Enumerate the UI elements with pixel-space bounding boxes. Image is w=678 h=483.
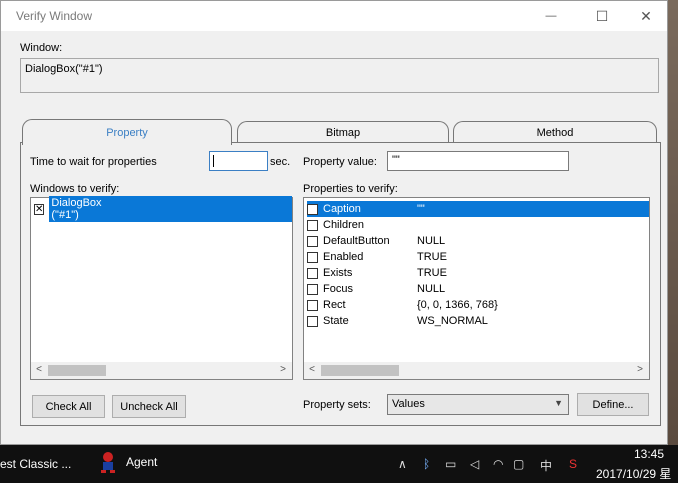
scroll-thumb[interactable] — [321, 365, 399, 376]
verify-window: Verify Window — ☐ ✕ Window: DialogBox("#… — [0, 0, 668, 445]
chevron-down-icon: ▼ — [554, 398, 563, 408]
table-row[interactable]: Exists TRUE — [307, 265, 649, 281]
checkbox[interactable]: ✕ — [34, 203, 45, 215]
window-name-field: DialogBox("#1") — [20, 58, 659, 93]
taskbar-app-agent-label: Agent — [126, 455, 158, 469]
title-bar: Verify Window — ☐ ✕ — [1, 1, 667, 31]
checkbox[interactable] — [307, 283, 318, 295]
windows-to-verify-label: Windows to verify: — [30, 183, 120, 195]
property-tab-panel: Time to wait for properties sec. Propert… — [20, 142, 661, 426]
clock-time[interactable]: 13:45 — [634, 447, 664, 461]
maximize-icon: ☐ — [595, 7, 609, 24]
windows-hscrollbar[interactable]: < > — [31, 362, 292, 379]
minimize-button[interactable]: — — [528, 1, 574, 31]
checkbox[interactable] — [307, 219, 318, 231]
time-unit-label: sec. — [270, 156, 291, 168]
table-row[interactable]: DefaultButton NULL — [307, 233, 649, 249]
property-value: WS_NORMAL — [417, 315, 488, 327]
property-value: NULL — [417, 283, 446, 295]
time-wait-label: Time to wait for properties — [30, 156, 157, 168]
property-sets-label: Property sets: — [303, 399, 371, 411]
property-value: NULL — [417, 235, 446, 247]
checkbox[interactable] — [307, 315, 318, 327]
wifi-icon[interactable]: ◠ — [493, 457, 503, 471]
check-all-button[interactable]: Check All — [32, 395, 105, 418]
check-all-label: Check All — [45, 400, 92, 413]
scroll-right-icon[interactable]: > — [277, 364, 289, 375]
property-name: State — [323, 315, 349, 327]
desktop-background — [668, 0, 678, 445]
tab-bitmap-label: Bitmap — [325, 126, 361, 139]
checkbox[interactable] — [307, 299, 318, 311]
property-name: Exists — [323, 267, 353, 279]
scroll-right-icon[interactable]: > — [634, 364, 646, 375]
agent-icon — [98, 451, 118, 473]
tab-property-label: Property — [106, 126, 148, 139]
table-row[interactable]: Caption "" — [307, 201, 649, 217]
window-item-label: DialogBox ("#1") — [49, 196, 292, 222]
clock-date[interactable]: 2017/10/29 星 — [596, 465, 671, 482]
taskbar: est Classic ... Agent ∧ ᛒ ▭ ◁ ◠ ▢ 中 S 13… — [0, 445, 678, 483]
window-name-value: DialogBox("#1") — [25, 63, 103, 75]
minimize-icon: — — [545, 10, 557, 22]
uncheck-all-button[interactable]: Uncheck All — [112, 395, 186, 418]
tab-property[interactable]: Property — [22, 119, 232, 145]
properties-to-verify-label: Properties to verify: — [303, 183, 398, 195]
uncheck-all-label: Uncheck All — [120, 400, 178, 413]
maximize-button[interactable]: ☐ — [579, 1, 625, 31]
time-wait-input[interactable] — [209, 151, 268, 171]
property-sets-value: Values — [392, 398, 425, 410]
checkbox[interactable] — [307, 235, 318, 247]
property-name: Caption — [323, 203, 361, 215]
bluetooth-icon[interactable]: ᛒ — [423, 457, 430, 471]
input-method-label[interactable]: 中 — [540, 457, 552, 474]
tab-method-label: Method — [536, 126, 574, 139]
property-name: Children — [323, 219, 364, 231]
taskbar-app-silktest[interactable]: est Classic ... — [0, 457, 71, 471]
notification-icon[interactable]: ▢ — [513, 457, 524, 471]
property-value: TRUE — [417, 267, 447, 279]
window-title: Verify Window — [16, 9, 93, 23]
battery-icon[interactable]: ▭ — [445, 457, 456, 471]
property-name: DefaultButton — [323, 235, 390, 247]
table-row[interactable]: Rect {0, 0, 1366, 768} — [307, 297, 649, 313]
property-name: Rect — [323, 299, 346, 311]
chevron-up-icon[interactable]: ∧ — [398, 457, 407, 471]
tab-bitmap[interactable]: Bitmap — [237, 121, 449, 143]
scroll-thumb[interactable] — [48, 365, 106, 376]
property-value: {0, 0, 1366, 768} — [417, 299, 498, 311]
checkbox[interactable] — [307, 267, 318, 279]
tab-method[interactable]: Method — [453, 121, 657, 143]
property-name: Focus — [323, 283, 353, 295]
scroll-left-icon[interactable]: < — [33, 364, 45, 375]
list-item[interactable]: ✕ DialogBox ("#1") — [34, 196, 292, 222]
volume-icon[interactable]: ◁ — [470, 457, 479, 471]
table-row[interactable]: State WS_NORMAL — [307, 313, 649, 329]
taskbar-app-agent[interactable]: Agent — [98, 451, 157, 473]
checkbox[interactable] — [307, 203, 318, 215]
table-row[interactable]: Enabled TRUE — [307, 249, 649, 265]
scroll-left-icon[interactable]: < — [306, 364, 318, 375]
text-caret — [213, 155, 214, 167]
ime-icon[interactable]: S — [569, 457, 577, 471]
property-value-input[interactable]: "" — [387, 151, 569, 171]
property-value-label: Property value: — [303, 156, 377, 168]
table-row[interactable]: Focus NULL — [307, 281, 649, 297]
properties-hscrollbar[interactable]: < > — [304, 362, 649, 379]
windows-list[interactable]: ✕ DialogBox ("#1") < > — [30, 196, 293, 380]
property-value: "" — [417, 203, 425, 215]
property-value-text: "" — [392, 154, 400, 166]
checkbox[interactable] — [307, 251, 318, 263]
define-label: Define... — [592, 398, 634, 411]
define-button[interactable]: Define... — [577, 393, 649, 416]
property-name: Enabled — [323, 251, 364, 263]
table-row[interactable]: Children — [307, 217, 649, 233]
close-button[interactable]: ✕ — [623, 1, 669, 31]
properties-list[interactable]: Caption "" Children DefaultButton NULL E… — [303, 197, 650, 380]
close-icon: ✕ — [640, 7, 652, 24]
window-label: Window: — [20, 42, 63, 54]
property-value: TRUE — [417, 251, 447, 263]
property-sets-select[interactable]: Values ▼ — [387, 394, 569, 415]
